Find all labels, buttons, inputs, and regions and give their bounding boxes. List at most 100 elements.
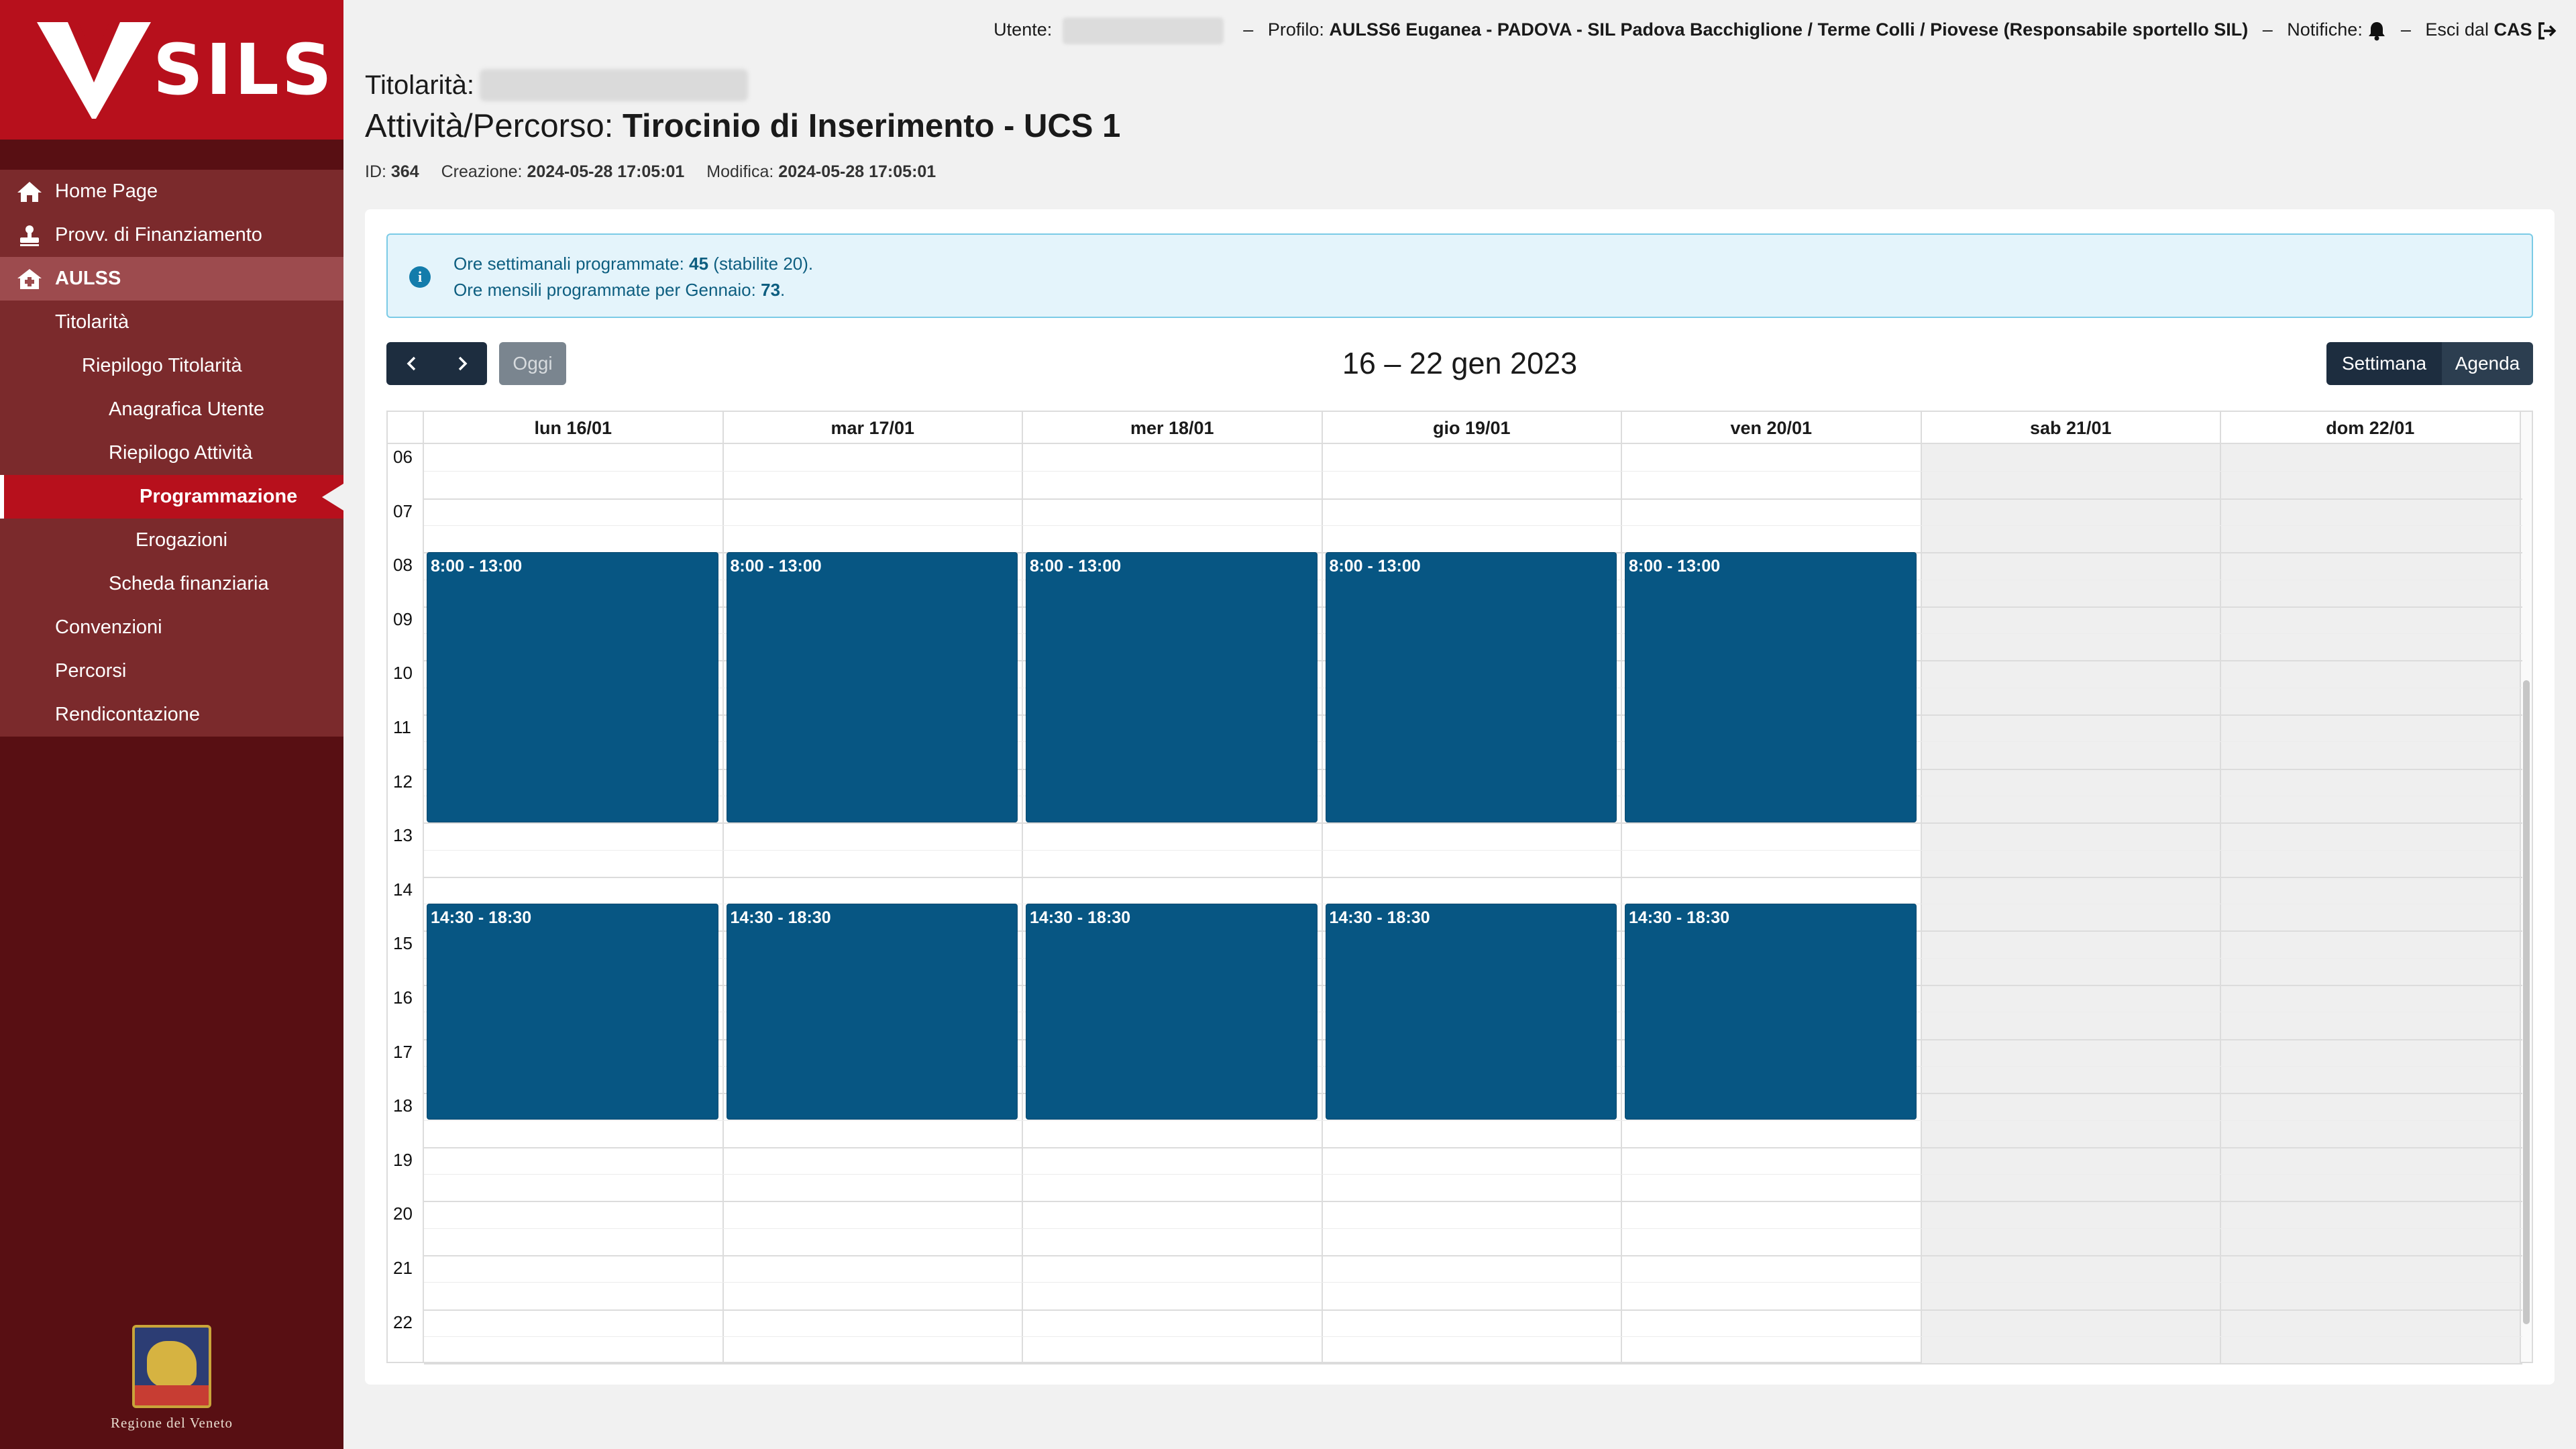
time-axis — [388, 444, 424, 1363]
day-header: mer 18/01 — [1023, 412, 1323, 444]
sidebar-item-label: Titolarità — [55, 311, 129, 333]
sidebar-item-rendicontazione[interactable]: Rendicontazione — [0, 693, 343, 737]
hour-line — [424, 1201, 2522, 1203]
hour-label: 22 — [393, 1311, 413, 1332]
sidebar-item-riepilogo-attivita[interactable]: Riepilogo Attività — [0, 431, 343, 475]
sidebar-item-percorsi[interactable]: Percorsi — [0, 649, 343, 693]
calendar-event[interactable]: 8:00 - 13:00 — [1325, 552, 1617, 823]
titolarita-name-redacted — [480, 69, 749, 101]
notifications-label: Notifiche: — [2287, 19, 2363, 40]
stamp-icon — [20, 225, 39, 246]
half-hour-line — [424, 1174, 2522, 1175]
hour-label: 10 — [393, 663, 413, 684]
profile-value[interactable]: AULSS6 Euganea - PADOVA - SIL Padova Bac… — [1329, 19, 2248, 40]
hour-label: 16 — [393, 987, 413, 1008]
sidebar-item-scheda-finanziaria[interactable]: Scheda finanziaria — [0, 562, 343, 606]
week-calendar: lun 16/01 mar 17/01 mer 18/01 gio 19/01 ven … — [386, 411, 2533, 1365]
hour-line — [424, 1363, 2522, 1365]
sidebar-item-riepilogo-titolarita[interactable]: Riepilogo Titolarità — [0, 344, 343, 388]
calendar-event[interactable]: 8:00 - 13:00 — [1625, 552, 1917, 823]
prev-week-button[interactable] — [386, 342, 437, 385]
regione-seal-icon — [132, 1325, 211, 1408]
calendar-event[interactable]: 14:30 - 18:30 — [1325, 904, 1617, 1120]
hour-label: 11 — [393, 717, 411, 737]
sidebar-item-convenzioni[interactable]: Convenzioni — [0, 606, 343, 649]
sidebar-item-erogazioni[interactable]: Erogazioni — [0, 519, 343, 562]
calendar-event[interactable]: 14:30 - 18:30 — [1026, 904, 1318, 1120]
axis-corner — [388, 412, 424, 444]
next-week-button[interactable] — [437, 342, 487, 385]
calendar-event[interactable]: 14:30 - 18:30 — [1625, 904, 1917, 1120]
logout-cas: CAS — [2493, 19, 2532, 40]
sidebar-item-provv-finanziamento[interactable]: Provv. di Finanziamento — [0, 213, 343, 257]
info-icon: i — [409, 266, 431, 288]
hour-label: 06 — [393, 447, 413, 467]
sidebar-item-programmazione[interactable]: Programmazione — [0, 475, 343, 519]
calendar-scrollbar[interactable] — [2520, 412, 2532, 1362]
creazione-label: Creazione: — [441, 162, 523, 181]
view-week-button[interactable]: Settimana — [2326, 342, 2442, 385]
page-header: Titolarità: Attività/Percorso: Tirocinio… — [365, 66, 2538, 182]
v-logo-icon — [37, 22, 151, 119]
sils-logo[interactable]: SILS — [0, 0, 343, 140]
today-button[interactable]: Oggi — [499, 342, 566, 385]
sidebar-item-label: Programmazione — [140, 486, 298, 507]
view-agenda-button[interactable]: Agenda — [2442, 342, 2533, 385]
sidebar-item-label: Riepilogo Attività — [109, 442, 253, 464]
day-header: mar 17/01 — [723, 412, 1023, 444]
modifica-label: Modifica: — [706, 162, 774, 181]
sidebar-item-anagrafica-utente[interactable]: Anagrafica Utente — [0, 388, 343, 431]
weekly-hours-line: Ore settimanali programmate: 45 (stabili… — [453, 254, 814, 274]
hour-label: 14 — [393, 879, 413, 900]
hour-line — [424, 876, 2522, 878]
half-hour-line — [424, 525, 2522, 526]
calendar-event[interactable]: 8:00 - 13:00 — [726, 552, 1018, 823]
sidebar-item-label: Scheda finanziaria — [109, 573, 269, 594]
hour-label: 13 — [393, 825, 413, 846]
calendar-event[interactable]: 8:00 - 13:00 — [1026, 552, 1318, 823]
calendar-event[interactable]: 8:00 - 13:00 — [427, 552, 718, 823]
day-header: sab 21/01 — [1921, 412, 2221, 444]
sidebar-item-label: AULSS — [55, 268, 121, 289]
hour-line — [424, 498, 2522, 500]
chevron-right-icon — [458, 356, 467, 371]
regione-veneto-logo: Regione del Veneto — [94, 1325, 250, 1432]
id-value: 364 — [390, 162, 419, 181]
scrollbar-thumb[interactable] — [2523, 680, 2530, 1324]
day-header: gio 19/01 — [1322, 412, 1622, 444]
sidebar-item-label: Provv. di Finanziamento — [55, 224, 262, 246]
logo-text: SILS — [153, 29, 335, 111]
hour-line — [424, 822, 2522, 824]
sidebar: SILS Home Page Provv. di Finanziamento A… — [0, 0, 343, 1449]
hour-label: 12 — [393, 771, 413, 792]
sidebar-item-aulss[interactable]: AULSS — [0, 257, 343, 301]
half-hour-line — [424, 1228, 2522, 1229]
hour-label: 08 — [393, 555, 413, 576]
sidebar-item-home[interactable]: Home Page — [0, 170, 343, 213]
day-header: ven 20/01 — [1622, 412, 1922, 444]
half-hour-line — [424, 849, 2522, 851]
logout-label: Esci dal — [2425, 19, 2489, 40]
hour-label: 09 — [393, 608, 413, 629]
logout-link[interactable]: Esci dal CAS — [2425, 19, 2537, 40]
sidebar-item-titolarita[interactable]: Titolarità — [0, 301, 343, 344]
logout-icon[interactable] — [2537, 21, 2557, 40]
sidebar-item-label: Anagrafica Utente — [109, 398, 265, 420]
titolarita-row: Titolarità: — [365, 66, 2538, 105]
hour-label: 07 — [393, 500, 413, 521]
chevron-left-icon — [407, 356, 415, 371]
home-icon — [17, 182, 42, 202]
hour-label: 15 — [393, 933, 413, 954]
half-hour-line — [424, 471, 2522, 472]
calendar-event[interactable]: 14:30 - 18:30 — [427, 904, 718, 1120]
user-label: Utente: — [994, 19, 1053, 40]
hour-label: 19 — [393, 1149, 413, 1170]
regione-text: Regione del Veneto — [110, 1415, 233, 1431]
half-hour-line — [424, 1120, 2522, 1121]
user-name-redacted — [1062, 17, 1224, 44]
id-label: ID: — [365, 162, 386, 181]
calendar-event[interactable]: 14:30 - 18:30 — [726, 904, 1018, 1120]
bell-icon[interactable] — [2367, 21, 2386, 41]
hour-label: 17 — [393, 1041, 413, 1062]
sidebar-item-label: Rendicontazione — [55, 704, 201, 725]
